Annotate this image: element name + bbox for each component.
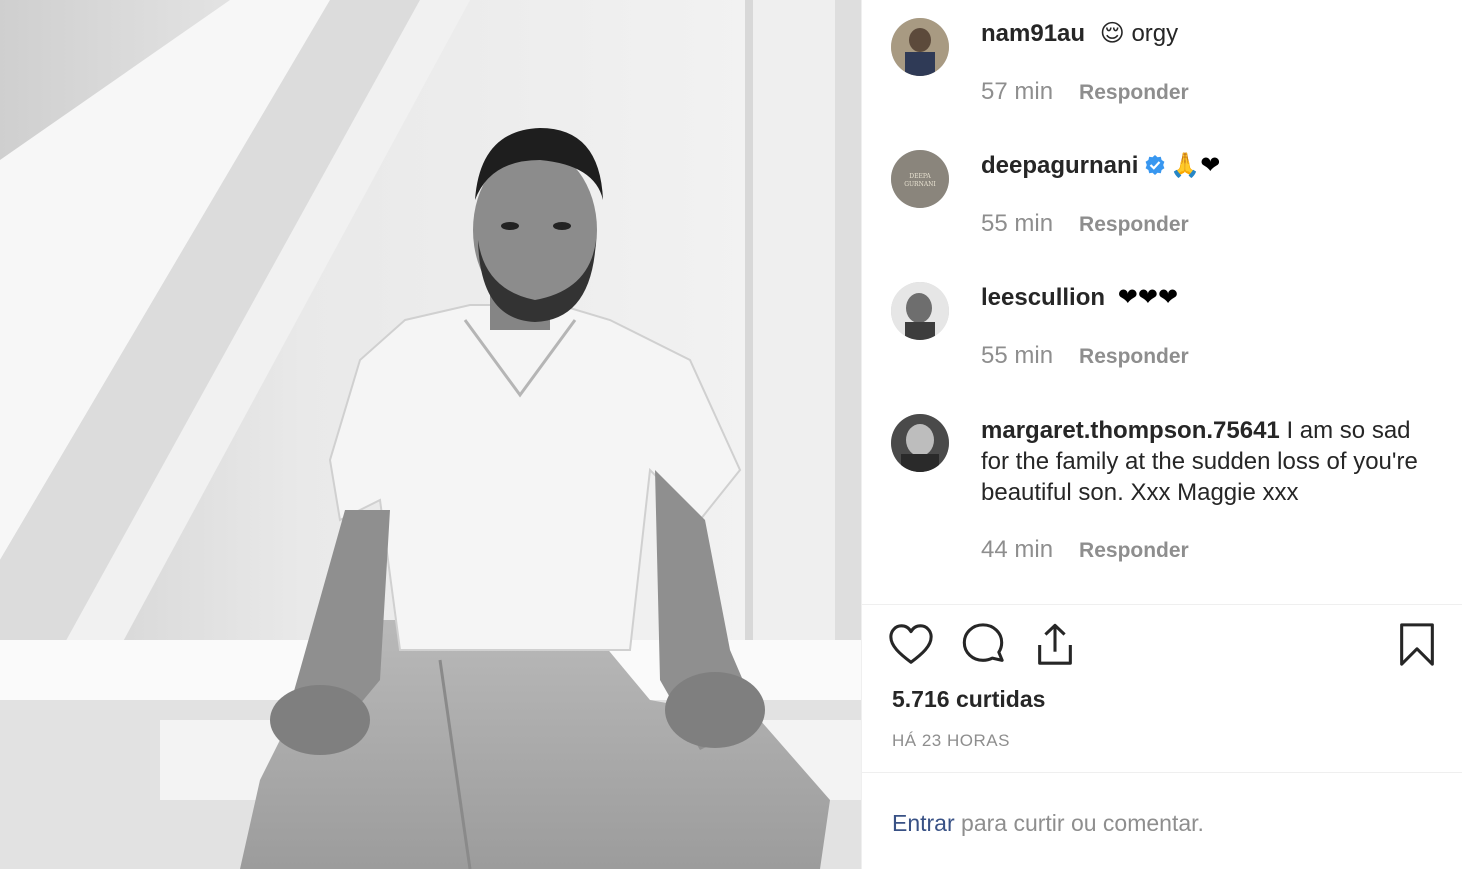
reply-button[interactable]: Responder	[1079, 345, 1189, 368]
comment-meta: 55 min Responder	[981, 210, 1189, 238]
comment-username[interactable]: nam91au	[981, 20, 1085, 47]
comment-icon[interactable]	[960, 622, 1006, 673]
comment-time[interactable]: 55 min	[981, 342, 1053, 369]
avatar[interactable]	[891, 282, 949, 340]
post-timestamp[interactable]: HÁ 23 HORAS	[892, 731, 1010, 751]
reply-button[interactable]: Responder	[1079, 539, 1189, 562]
login-prompt: Entrar para curtir ou comentar.	[892, 810, 1204, 837]
svg-text:GURNANI: GURNANI	[904, 181, 936, 188]
reply-button[interactable]: Responder	[1079, 81, 1189, 104]
divider	[862, 604, 1462, 605]
comment-username[interactable]: leescullion	[981, 284, 1105, 311]
svg-text:DEEPA: DEEPA	[909, 173, 931, 180]
avatar[interactable]	[891, 18, 949, 76]
comment-text: nam91au 😌 orgy	[981, 18, 1441, 49]
comments-panel: nam91au 😌 orgy 57 min Responder DEEPA GURN…	[861, 0, 1462, 869]
comment-time[interactable]: 44 min	[981, 536, 1053, 563]
comment-time[interactable]: 55 min	[981, 210, 1053, 237]
comment-meta: 55 min Responder	[981, 342, 1189, 370]
comment-time[interactable]: 57 min	[981, 78, 1053, 105]
comment-username[interactable]: deepagurnani	[981, 152, 1138, 179]
verified-badge-icon	[1144, 153, 1166, 175]
like-count[interactable]: 5.716 curtidas	[892, 686, 1045, 713]
comment-text: leescullion ❤❤❤	[981, 282, 1441, 313]
comment-text: margaret.thompson.75641 I am so sad for …	[981, 415, 1441, 508]
comment-username[interactable]: margaret.thompson.75641	[981, 417, 1280, 444]
bookmark-icon[interactable]	[1396, 622, 1438, 673]
comment-meta: 44 min Responder	[981, 536, 1189, 564]
comment-body: 🙏❤	[1170, 152, 1221, 179]
comment-body: ❤❤❤	[1117, 284, 1179, 311]
post-photo[interactable]	[0, 0, 861, 869]
avatar[interactable]: DEEPA GURNANI	[891, 150, 949, 208]
comment-text: deepagurnani 🙏❤	[981, 150, 1441, 181]
reply-button[interactable]: Responder	[1079, 213, 1189, 236]
login-prompt-text: para curtir ou comentar.	[954, 810, 1204, 836]
relieved-face-emoji: 😌	[1099, 20, 1125, 47]
share-icon[interactable]	[1032, 622, 1078, 673]
heart-icon[interactable]	[888, 622, 934, 673]
action-bar	[888, 622, 1448, 678]
divider	[862, 772, 1462, 773]
login-link[interactable]: Entrar	[892, 810, 955, 836]
comment-meta: 57 min Responder	[981, 78, 1189, 106]
comment-body: orgy	[1131, 20, 1179, 47]
avatar[interactable]	[891, 414, 949, 472]
